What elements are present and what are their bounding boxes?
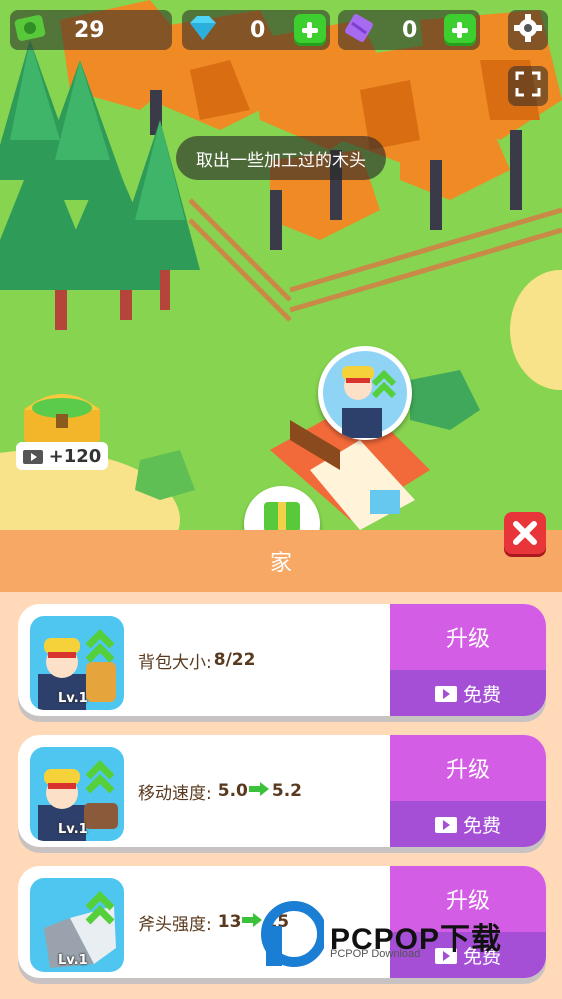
upgrade-card-speed: Lv.1 移动速度: 5.0 5.2 升级 免费 [18, 735, 546, 847]
video-ad-icon [434, 816, 457, 833]
cash-amount: 29 [74, 17, 105, 43]
treasure-chest-icon [24, 394, 100, 444]
watermark: PCPOP下载 PCPOP Download [258, 900, 558, 980]
cash-pickup-bubble[interactable] [244, 486, 320, 530]
close-icon [513, 521, 537, 545]
ticket-counter: 0 [338, 10, 480, 50]
panel-title: 家 [269, 551, 292, 576]
expand-icon [515, 71, 541, 101]
ticket-amount: 0 [402, 17, 418, 43]
reward-amount-badge: +120 [16, 442, 108, 470]
reward-chest-button[interactable]: +120 [16, 384, 108, 470]
diamond-icon [186, 13, 220, 47]
cash-counter: 29 [10, 10, 172, 50]
gear-icon [514, 14, 542, 46]
hint-tooltip: 取出一些加工过的木头 [176, 136, 386, 180]
speed-upgrade-icon: Lv.1 [30, 747, 124, 841]
free-upgrade-button[interactable]: 免费 [390, 670, 546, 716]
close-button[interactable] [504, 512, 546, 554]
gem-amount: 0 [250, 17, 266, 43]
upgrade-button[interactable]: 升级 免费 [390, 735, 546, 847]
level-badge: Lv.1 [58, 953, 88, 968]
game-scene[interactable]: 29 0 0 取出一些加工过的木头 +120 [0, 0, 562, 530]
panel-header: 家 [0, 530, 562, 592]
stat-label: 背包大小: [138, 652, 212, 673]
backpack-upgrade-icon: Lv.1 [30, 616, 124, 710]
ticket-icon [342, 13, 376, 47]
upgrade-card-backpack: Lv.1 背包大小: 8/22 升级 免费 [18, 604, 546, 716]
cash-stack-icon [264, 502, 300, 530]
level-badge: Lv.1 [58, 822, 88, 837]
free-label: 免费 [462, 683, 501, 706]
stat-row: 背包大小: 8/22 [138, 604, 255, 716]
watermark-sub: PCPOP Download [330, 948, 421, 960]
stat-value-from: 5.0 [217, 781, 248, 801]
free-label: 免费 [462, 814, 501, 837]
axe-upgrade-icon: Lv.1 [30, 878, 124, 972]
stat-label: 斧头强度: [138, 914, 212, 935]
stat-label: 移动速度: [138, 783, 212, 804]
stat-value-to: 5.2 [271, 781, 302, 801]
arrow-right-icon [248, 781, 269, 801]
add-gems-button[interactable] [294, 14, 326, 46]
upgrade-button[interactable]: 升级 免费 [390, 604, 546, 716]
upgrade-label: 升级 [445, 627, 490, 652]
video-ad-icon [22, 449, 43, 464]
worker-upgrade-bubble[interactable] [318, 346, 412, 440]
reward-amount: +120 [48, 445, 102, 467]
gem-counter: 0 [182, 10, 330, 50]
stat-value-from: 13 [217, 912, 242, 932]
settings-button[interactable] [508, 10, 548, 50]
fullscreen-button[interactable] [508, 66, 548, 106]
stat-row: 移动速度: 5.0 5.2 [138, 735, 302, 847]
video-ad-icon [434, 685, 457, 702]
add-tickets-button[interactable] [444, 14, 476, 46]
stat-value: 8/22 [213, 650, 256, 670]
free-upgrade-button[interactable]: 免费 [390, 801, 546, 847]
pcpop-logo-icon [261, 901, 327, 967]
level-badge: Lv.1 [58, 691, 88, 706]
upgrade-label: 升级 [445, 758, 490, 783]
worker-avatar-icon [323, 351, 407, 438]
cash-icon [14, 13, 48, 47]
